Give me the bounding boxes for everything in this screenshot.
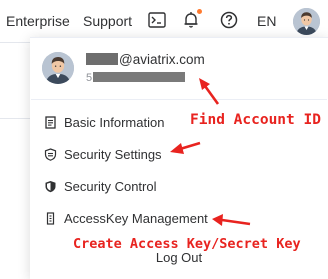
arrow-to-account-id — [203, 85, 220, 105]
arrowhead — [170, 143, 184, 154]
arrow-to-security-settings — [179, 141, 201, 151]
arrow-to-accesskey — [221, 218, 251, 226]
annotation-arrows — [170, 78, 251, 226]
arrowhead — [199, 78, 210, 90]
arrowhead — [212, 214, 223, 226]
